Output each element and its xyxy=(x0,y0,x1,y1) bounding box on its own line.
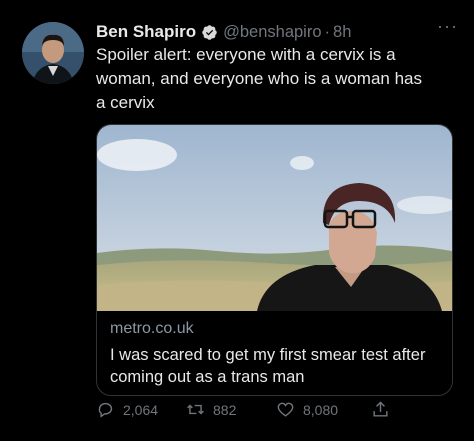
retweet-button[interactable]: 882 xyxy=(186,400,236,419)
card-domain: metro.co.uk xyxy=(110,320,194,337)
avatar[interactable] xyxy=(22,22,84,84)
reply-button[interactable]: 2,064 xyxy=(96,400,158,419)
heart-icon xyxy=(277,402,294,417)
like-button[interactable]: 8,080 xyxy=(276,400,338,419)
separator-dot: · xyxy=(324,22,331,41)
retweet-count: 882 xyxy=(213,401,237,418)
retweet-icon xyxy=(187,404,204,415)
share-icon xyxy=(373,401,388,417)
tweet-text: Spoiler alert: everyone with a cervix is… xyxy=(96,45,423,112)
author-handle[interactable]: @benshapiro xyxy=(223,23,321,42)
verified-badge-icon xyxy=(202,24,217,40)
reply-icon xyxy=(98,402,113,418)
tweet-timestamp[interactable]: 8h xyxy=(333,23,351,42)
reply-count: 2,064 xyxy=(123,401,159,418)
tweet-header: Ben Shapiro @benshapiro · 8h ··· xyxy=(96,16,464,44)
link-card[interactable]: metro.co.uk I was scared to get my first… xyxy=(96,124,453,396)
card-image xyxy=(97,125,452,311)
more-options-icon[interactable]: ··· xyxy=(437,16,458,37)
share-button[interactable] xyxy=(371,400,390,419)
like-count: 8,080 xyxy=(303,401,339,418)
author-name[interactable]: Ben Shapiro xyxy=(96,22,196,42)
tweet[interactable]: Ben Shapiro @benshapiro · 8h ··· Spoiler… xyxy=(0,0,474,441)
tweet-actions: 2,064 882 8,080 xyxy=(96,400,416,424)
card-title[interactable]: I was scared to get my first smear test … xyxy=(110,344,445,388)
